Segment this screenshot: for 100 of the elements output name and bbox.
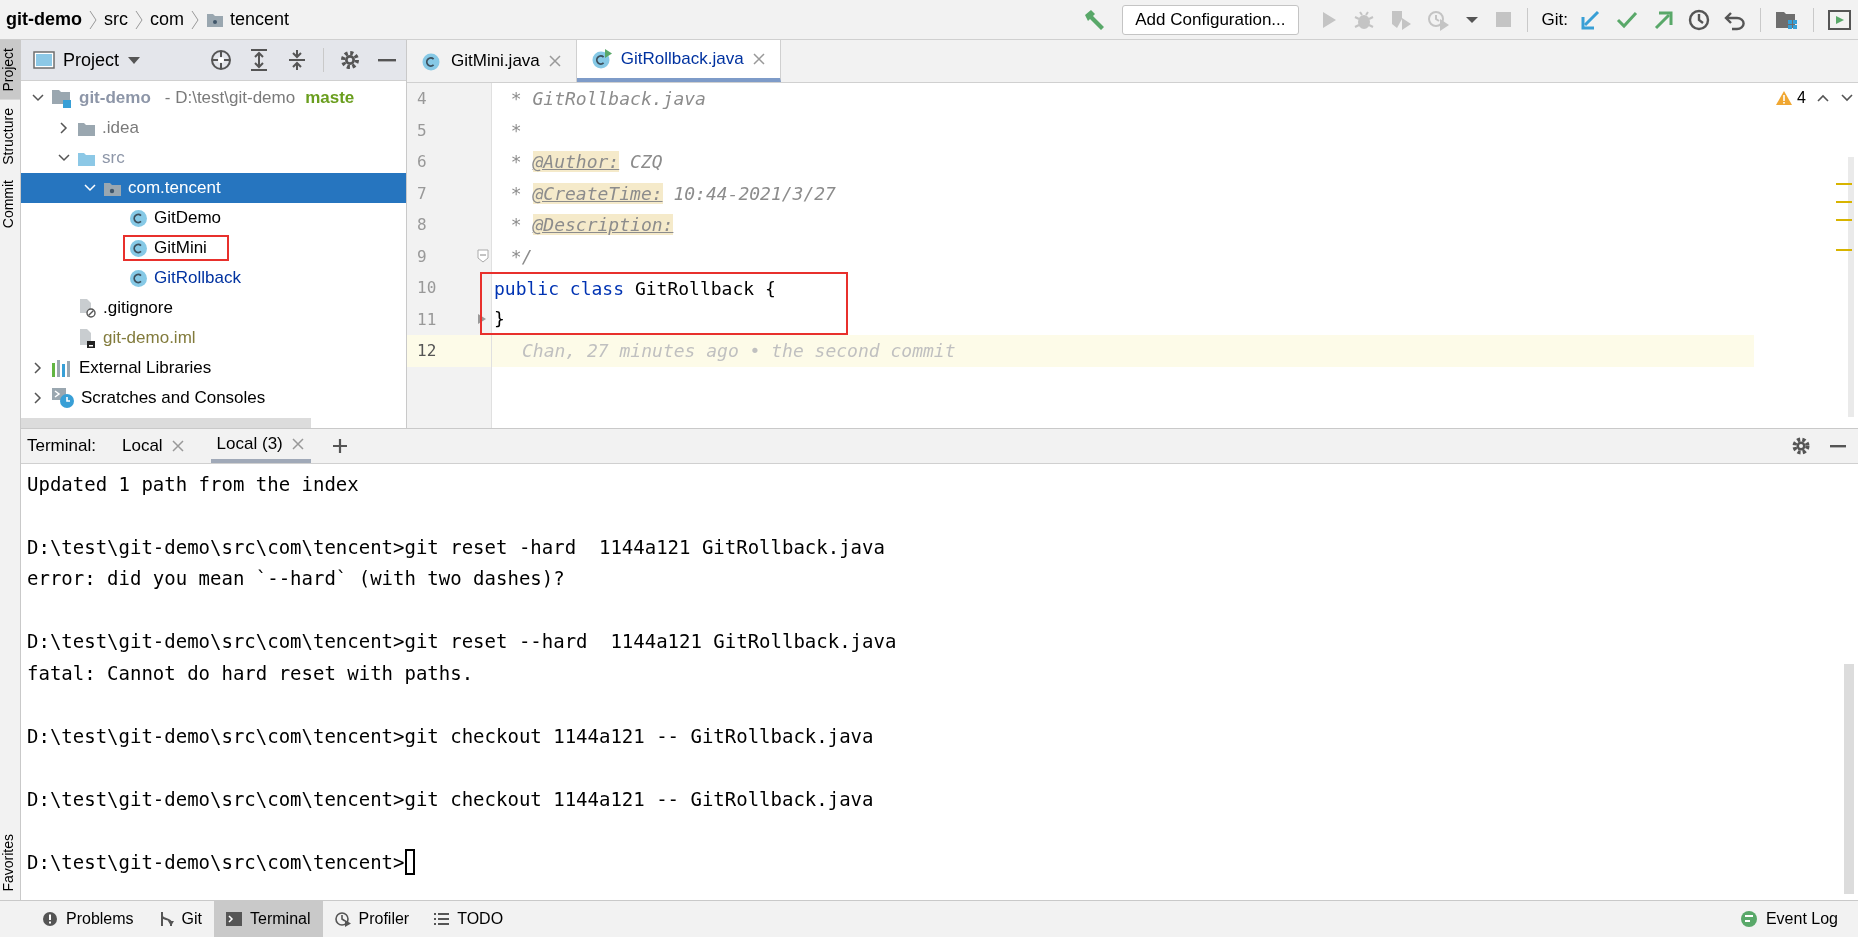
line-number: 5: [416, 120, 427, 140]
history-icon[interactable]: [1688, 8, 1710, 31]
tree-item[interactable]: .gitignore: [21, 293, 406, 323]
tree-item-label: .idea: [102, 118, 139, 138]
tree-item[interactable]: git-demo - D:\test\git-demo maste: [21, 83, 406, 113]
terminal-line: D:\test\git-demo\src\com\tencent>git reset --hard 1144a121 GitRollback.java: [27, 630, 897, 653]
tree-item-label: .gitignore: [103, 298, 173, 318]
terminal-output[interactable]: [21, 464, 1858, 900]
text-cursor: [404, 848, 415, 875]
event-log-icon: [1739, 910, 1758, 928]
class-icon: [129, 268, 148, 288]
code-line: * @CreateTime: 10:44-2021/3/27: [509, 182, 836, 204]
warning-icon: [1775, 90, 1794, 106]
breadcrumb[interactable]: src: [104, 9, 128, 30]
breadcrumb[interactable]: tencent: [206, 9, 290, 30]
code-line: */: [509, 245, 533, 267]
warning-count[interactable]: 4: [1775, 89, 1806, 107]
close-icon[interactable]: [547, 54, 562, 68]
terminal-tab[interactable]: Local: [115, 429, 191, 463]
tree-item-label: GitMini: [154, 238, 207, 258]
scrollbar[interactable]: [21, 418, 311, 428]
tree-item[interactable]: GitMini: [21, 233, 406, 263]
caret-icon: [127, 55, 142, 65]
line-number: 8: [416, 215, 427, 235]
separator-icon: [88, 8, 98, 31]
breadcrumb[interactable]: git-demo: [6, 9, 82, 30]
branch-name: maste: [305, 88, 355, 108]
terminal-line: D:\test\git-demo\src\com\tencent>git reset -hard 1144a121 GitRollback.java: [27, 535, 885, 558]
locate-icon[interactable]: [209, 48, 233, 72]
profiler-icon: [334, 911, 351, 927]
tool-window-button[interactable]: TODO: [421, 901, 516, 937]
add-icon[interactable]: [330, 437, 349, 455]
tree-item-label: git-demo: [79, 88, 151, 108]
git-label: Git:: [1541, 9, 1568, 30]
terminal-icon: [226, 911, 243, 927]
line-number: 4: [416, 89, 427, 109]
view-dropdown[interactable]: Project: [33, 49, 142, 71]
close-icon[interactable]: [170, 439, 185, 453]
tree-item-label: External Libraries: [79, 358, 212, 378]
tool-window-button[interactable]: Project: [0, 40, 20, 100]
breadcrumb[interactable]: com: [150, 9, 184, 30]
blame-annotation: Chan, 27 minutes ago • the second commit: [521, 340, 956, 362]
line-number: 9: [416, 246, 427, 266]
tool-window-button[interactable]: Structure: [0, 99, 20, 173]
window-icon: [33, 50, 55, 70]
terminal-line: fatal: Cannot do hard reset with paths.: [27, 661, 474, 684]
code-line: }: [494, 307, 505, 329]
editor-tab[interactable]: GitRollback.java: [576, 40, 781, 82]
code-line: * @Description:: [509, 214, 674, 236]
settings-icon[interactable]: [1790, 435, 1812, 457]
line-number: 10: [416, 278, 437, 298]
line-number: 12: [416, 341, 437, 361]
tree-item[interactable]: GitRollback: [21, 263, 406, 293]
code-line: public class GitRollback {: [494, 278, 776, 300]
event-log-button[interactable]: Event Log: [1727, 901, 1850, 937]
tool-window-button[interactable]: Favorites: [0, 826, 20, 900]
close-icon[interactable]: [751, 52, 766, 66]
scrollbar[interactable]: [1844, 664, 1854, 894]
editor-tab[interactable]: GitMini.java: [407, 40, 577, 82]
gutter-arrow-icon: [477, 313, 487, 326]
terminal-line: D:\test\git-demo\src\com\tencent>git checkout 1144a121 -- GitRollback.java: [27, 724, 874, 747]
scratches-icon: [51, 387, 75, 409]
update-arrow-icon[interactable]: [1580, 8, 1602, 31]
code-editor[interactable]: 4 5 6 7 8 9 10 11 12 * GitRollback.java * * @Author: CZQ * @CreateTime: 10:44-2021/3/27 * @Description: */ public class GitRollback { } Chan, 27 minutes ago • the second commit 4: [407, 83, 1858, 428]
tool-window-button[interactable]: Problems: [30, 901, 146, 937]
folder-icon: [206, 11, 224, 28]
class-icon: [129, 238, 148, 258]
line-number: 7: [416, 183, 427, 203]
class-icon: [129, 208, 148, 228]
code-line: * GitRollback.java: [509, 88, 706, 110]
tree-item[interactable]: com.tencent: [21, 173, 406, 203]
terminal-line: Updated 1 path from the index: [27, 472, 359, 495]
list-icon: [433, 911, 450, 927]
terminal-label: Terminal:: [27, 436, 96, 456]
add-configuration-button[interactable]: Add Configuration...: [1122, 4, 1299, 35]
tool-window-button[interactable]: Terminal: [214, 901, 323, 937]
tree-item-label: com.tencent: [128, 178, 221, 198]
tool-window-button[interactable]: Profiler: [322, 901, 422, 937]
tree-item-label: Scratches and Consoles: [81, 388, 266, 408]
terminal-line: D:\test\git-demo\src\com\tencent>: [27, 850, 405, 873]
tree-item[interactable]: .idea: [21, 113, 406, 143]
run-window-icon[interactable]: [1828, 8, 1852, 31]
tree-item[interactable]: GitDemo: [21, 203, 406, 233]
settings-icon[interactable]: [338, 48, 362, 72]
line-number: 6: [416, 152, 427, 172]
separator-icon: [190, 8, 200, 31]
separator-icon: [134, 8, 144, 31]
close-icon[interactable]: [290, 437, 305, 451]
tree-item[interactable]: Scratches and Consoles: [21, 383, 406, 413]
tree-item[interactable]: git-demo.iml: [21, 323, 406, 353]
tool-window-button[interactable]: Git: [145, 901, 215, 937]
tool-window-button[interactable]: Commit: [0, 172, 20, 237]
tree-item-label: GitDemo: [154, 208, 222, 228]
terminal-line: D:\test\git-demo\src\com\tencent>git checkout 1144a121 -- GitRollback.java: [27, 787, 874, 810]
code-line: * @Author: CZQ: [509, 151, 663, 173]
module-icon: [51, 88, 73, 108]
ignored-file-icon: [77, 298, 97, 318]
tree-item-label: git-demo.iml: [103, 328, 196, 348]
tree-item-label: src: [102, 148, 125, 168]
tree-item[interactable]: External Libraries: [21, 353, 406, 383]
